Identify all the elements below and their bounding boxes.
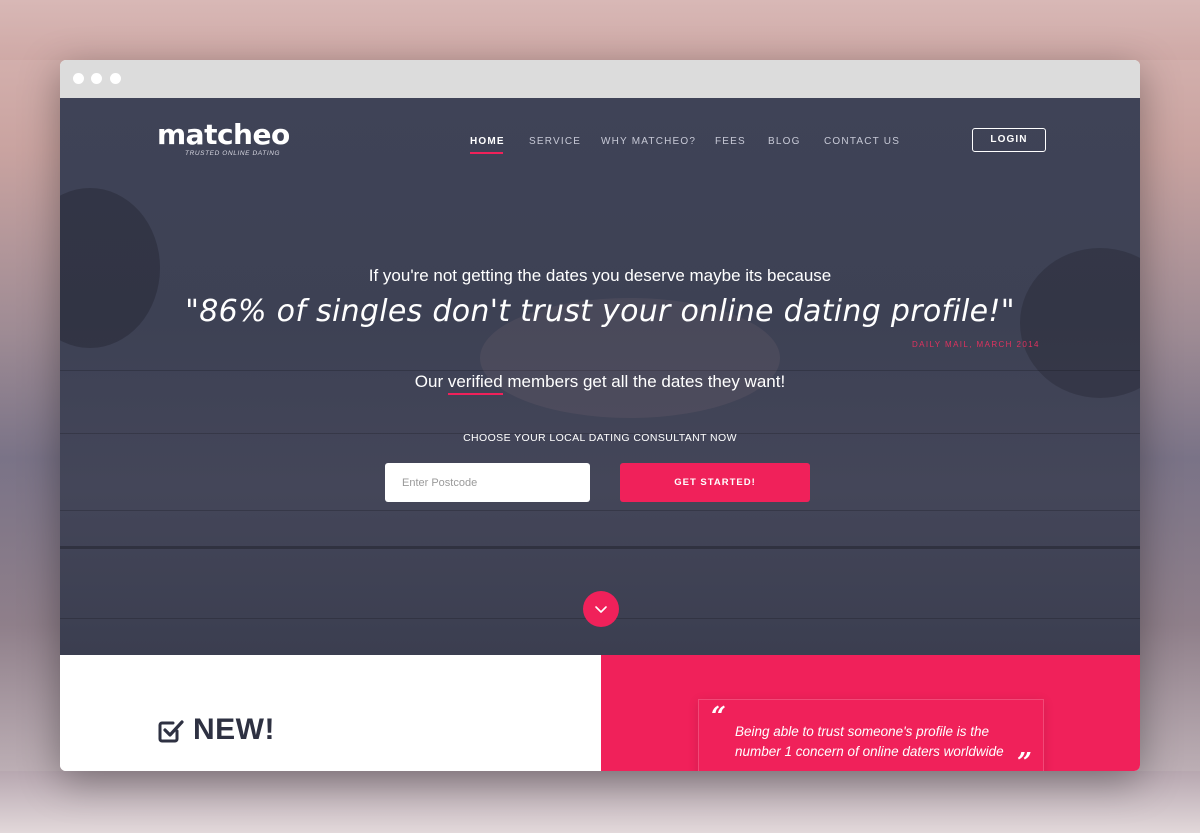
brand-tagline: TRUSTED ONLINE DATING	[185, 150, 281, 157]
chevron-down-icon	[595, 606, 607, 613]
backdrop-top	[0, 0, 1200, 60]
nav-item-service[interactable]: SERVICE	[529, 136, 581, 147]
nav-active-indicator	[470, 152, 503, 154]
nav-item-home[interactable]: HOME	[470, 136, 505, 147]
hero-quote: "86% of singles don't trust your online …	[185, 294, 1015, 329]
choose-consultant-label: CHOOSE YOUR LOCAL DATING CONSULTANT NOW	[463, 432, 737, 444]
scroll-down-button[interactable]	[583, 591, 619, 627]
close-quote-mark: ”	[1017, 748, 1032, 771]
open-quote-mark: “	[711, 702, 726, 732]
browser-title-bar	[60, 60, 1140, 98]
nav-item-why-matcheo[interactable]: WHY MATCHEO?	[601, 136, 696, 147]
hero-lead-text: If you're not getting the dates you dese…	[368, 266, 832, 285]
postcode-input[interactable]	[385, 463, 590, 502]
feature-title: NEW!	[193, 713, 275, 746]
login-button[interactable]: LOGIN	[972, 128, 1046, 152]
nav-item-fees[interactable]: FEES	[715, 136, 746, 147]
window-minimize-dot[interactable]	[91, 73, 102, 84]
members-text-before: Our	[414, 372, 448, 391]
nav-item-blog[interactable]: BLOG	[768, 136, 801, 147]
window-maximize-dot[interactable]	[110, 73, 121, 84]
members-highlight: verified	[447, 372, 503, 395]
members-statement: Our verified members get all the dates t…	[60, 372, 1140, 395]
backdrop-bottom	[0, 771, 1200, 833]
get-started-button[interactable]: GET STARTED!	[620, 463, 810, 502]
hero-section: matcheo TRUSTED ONLINE DATING HOME SERVI…	[60, 98, 1140, 655]
nav-item-contact-us[interactable]: CONTACT US	[824, 136, 900, 147]
testimonial-panel: “ Being able to trust someone's profile …	[601, 655, 1140, 771]
brand-logo[interactable]: matcheo TRUSTED ONLINE DATING	[157, 118, 290, 158]
brand-name: matcheo	[157, 118, 290, 151]
testimonial-card: “ Being able to trust someone's profile …	[698, 699, 1044, 771]
members-text-after: members get all the dates they want!	[502, 372, 786, 391]
checkbox-icon	[158, 720, 184, 743]
feature-panel: NEW!	[60, 655, 601, 771]
browser-window: matcheo TRUSTED ONLINE DATING HOME SERVI…	[60, 60, 1140, 771]
quote-source: DAILY MAIL, MARCH 2014	[912, 340, 1040, 349]
testimonial-text: Being able to trust someone's profile is…	[735, 724, 1004, 759]
wood-plank-line	[60, 510, 1140, 511]
wood-plank-line	[60, 546, 1140, 549]
window-close-dot[interactable]	[73, 73, 84, 84]
